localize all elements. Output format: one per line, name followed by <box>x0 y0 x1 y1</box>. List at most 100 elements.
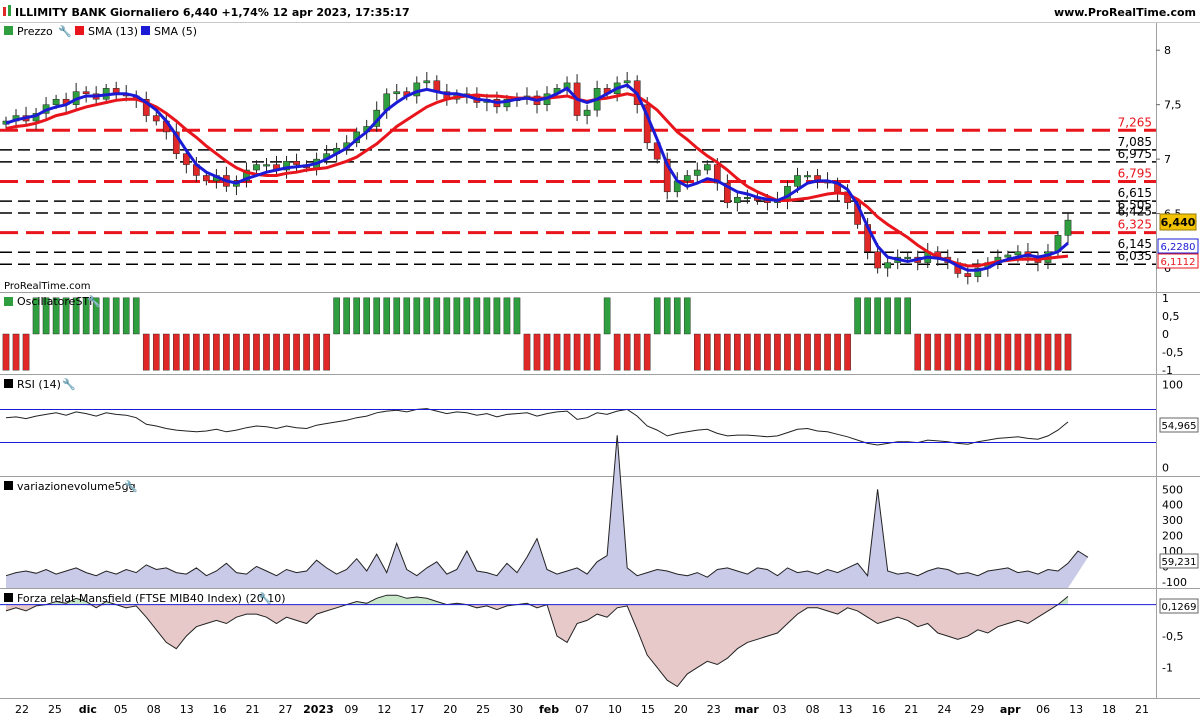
sti-bar <box>844 333 851 371</box>
sti-bar <box>463 297 471 335</box>
candle-body <box>82 91 90 95</box>
stock-chart: ILLIMITY BANK Giornaliero 6,440 +1,74% 1… <box>0 0 1200 716</box>
rsi-badge: 54,965 <box>1159 417 1199 433</box>
sti-bar <box>373 297 381 335</box>
wrench-icon[interactable]: 🔧 <box>258 591 272 605</box>
rsi-legend[interactable]: RSI (14) 🔧 <box>4 377 76 391</box>
chart-title: ILLIMITY BANK Giornaliero 6,440 +1,74% 1… <box>15 6 410 19</box>
sti-bar <box>683 297 691 335</box>
sti-bar <box>623 333 631 371</box>
wrench-icon[interactable]: 🔧 <box>87 294 101 308</box>
x-axis-label: 08 <box>147 703 161 716</box>
mansfield-negative-area <box>6 604 1068 687</box>
rsi-tick-label: 0 <box>1162 461 1169 474</box>
sti-bar <box>914 333 922 371</box>
sti-bar <box>964 333 972 371</box>
level-label: 7,265 <box>1118 115 1152 129</box>
x-axis-label: 20 <box>443 703 457 716</box>
sti-bar <box>593 333 601 371</box>
candle-body <box>734 197 741 203</box>
sti-legend[interactable]: OscillatoreSTI 🔧 <box>4 294 101 308</box>
x-axis-label: 13 <box>180 703 194 716</box>
volume-area <box>6 435 1088 588</box>
rsi-line <box>5 408 1069 446</box>
price-tick-label: 7 <box>1164 153 1171 166</box>
candle-body <box>964 273 972 278</box>
x-axis-label: 24 <box>937 703 951 716</box>
sti-bar <box>894 297 901 335</box>
level-label: 6,795 <box>1118 166 1152 180</box>
volume-tick-label: 500 <box>1162 483 1183 496</box>
x-axis-label: 07 <box>575 703 589 716</box>
x-axis-label: 18 <box>1102 703 1116 716</box>
price-panel: 7,2657,0856,9756,7956,6156,5056,4256,325… <box>0 24 1199 292</box>
volume-tick-label: -100 <box>1162 576 1187 589</box>
wrench-icon[interactable]: 🔧 <box>62 377 76 391</box>
sti-bar <box>714 333 721 371</box>
sti-bar <box>734 333 741 371</box>
sti-bar <box>233 333 240 371</box>
sti-bar <box>423 297 431 335</box>
sti-bar <box>243 333 250 371</box>
sti-bar <box>794 333 801 371</box>
sti-bar <box>183 333 190 371</box>
sti-bar <box>263 333 270 371</box>
x-axis-label: apr <box>1000 703 1021 716</box>
sti-bar <box>643 333 651 371</box>
sma5-value: 6,2280 <box>1161 242 1196 253</box>
wrench-icon[interactable]: 🔧 <box>58 24 72 38</box>
sti-bar <box>523 333 531 371</box>
volume-line <box>5 435 1089 578</box>
sti-bar <box>443 297 451 335</box>
sti-bar <box>142 333 150 371</box>
x-axis-label: feb <box>539 703 559 716</box>
sti-tick-label: -0,5 <box>1162 346 1183 359</box>
sti-bar <box>213 333 220 371</box>
x-axis-label: 13 <box>1069 703 1083 716</box>
sti-bar <box>693 333 701 371</box>
sti-bar <box>353 297 360 335</box>
sti-bar <box>563 333 571 371</box>
sti-bar <box>293 333 300 371</box>
mansfield-legend[interactable]: Forza relat Mansfield (FTSE MIB40 Index)… <box>4 591 286 605</box>
price-legend[interactable]: Prezzo 🔧 SMA (13) SMA (5) <box>4 24 197 38</box>
sti-bar <box>383 297 391 335</box>
level-label: 6,325 <box>1118 218 1152 232</box>
sti-bar <box>363 297 370 335</box>
sti-panel: 1 0,5 0 -0,5 -1 OscillatoreSTI 🔧 <box>2 292 1183 377</box>
sti-bar <box>1044 333 1052 371</box>
sti-bar <box>804 333 811 371</box>
x-axis-label: 13 <box>839 703 853 716</box>
sti-bar <box>613 333 621 371</box>
sma5-swatch <box>141 26 150 35</box>
sti-bar <box>553 333 561 371</box>
sti-bar <box>1064 333 1072 371</box>
level-label: 6,425 <box>1118 205 1152 219</box>
price-tick-label: 7,5 <box>1164 99 1182 112</box>
candle-body <box>1004 254 1012 258</box>
sti-bar <box>994 333 1002 371</box>
volume-legend[interactable]: variazionevolume5gg 🔧 <box>4 479 138 493</box>
site-label[interactable]: www.ProRealTime.com <box>1054 6 1196 19</box>
sti-bar <box>303 333 310 371</box>
legend-sti: OscillatoreSTI <box>17 295 92 308</box>
candle-body <box>263 164 270 167</box>
sti-bar <box>924 333 932 371</box>
legend-rsi: RSI (14) <box>17 378 61 391</box>
sti-bar <box>543 333 551 371</box>
candle-body <box>253 164 260 171</box>
sti-bar <box>1054 333 1062 371</box>
sti-bar <box>954 333 962 371</box>
wrench-icon[interactable]: 🔧 <box>124 479 138 493</box>
sti-bar <box>573 333 581 371</box>
sti-bar <box>814 333 821 371</box>
sti-bar <box>513 297 521 335</box>
sti-bar <box>774 333 781 371</box>
rsi-swatch <box>4 379 13 388</box>
x-axis-label: 08 <box>806 703 820 716</box>
legend-prezzo: Prezzo <box>17 25 53 38</box>
x-axis-label: 16 <box>871 703 885 716</box>
sti-bar <box>413 297 421 335</box>
legend-volume: variazionevolume5gg <box>17 480 136 493</box>
x-axis-label: 03 <box>773 703 787 716</box>
